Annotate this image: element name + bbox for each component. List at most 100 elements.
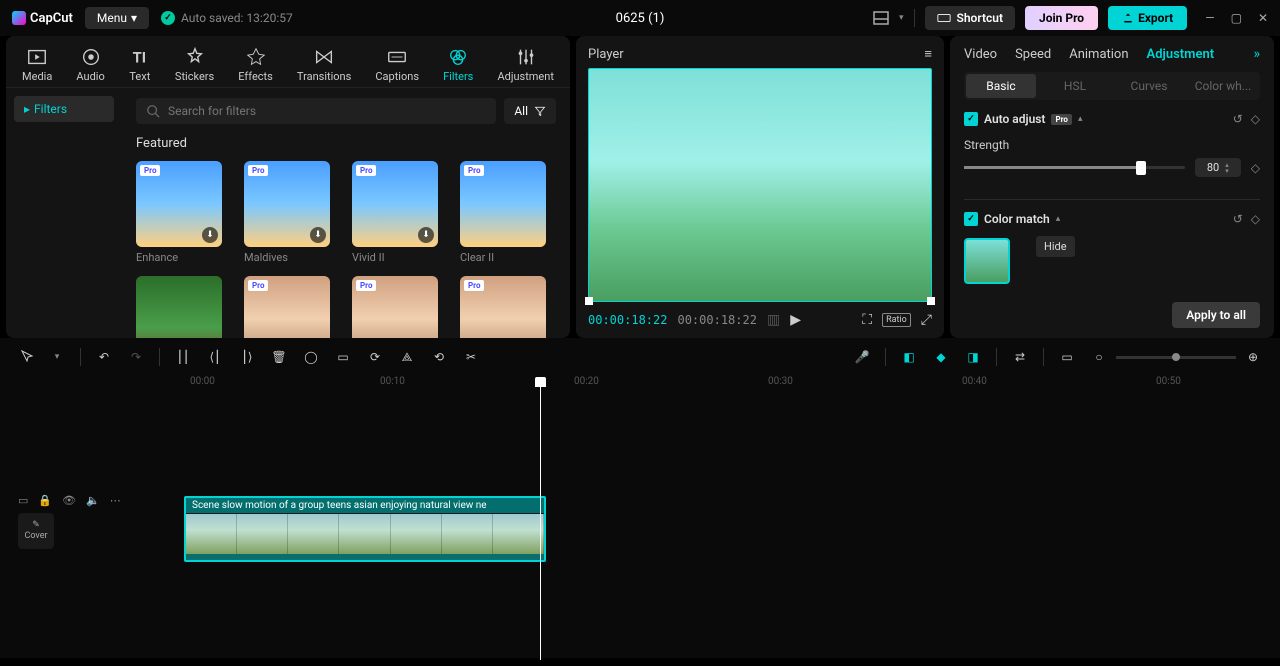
reverse-tool[interactable]: ⟳ <box>366 348 384 366</box>
delete-tool[interactable]: 🗑 <box>270 348 288 366</box>
join-pro-button[interactable]: Join Pro <box>1025 6 1098 30</box>
track-mute-icon[interactable]: 🔈 <box>86 494 100 507</box>
filter-thumb[interactable]: Pro <box>352 276 438 338</box>
zoom-slider[interactable] <box>1116 356 1236 359</box>
zoom-out-button[interactable]: ○ <box>1090 348 1108 366</box>
crop-tool[interactable]: ✂ <box>462 348 480 366</box>
menu-button[interactable]: Menu ▾ <box>85 7 149 29</box>
tab-adjustment-label: Adjustment <box>497 70 554 83</box>
mirror-tool[interactable]: ⟁ <box>398 348 416 366</box>
color-match-checkbox[interactable]: ✓ <box>964 212 978 226</box>
expand-icon[interactable]: » <box>1253 46 1260 62</box>
play-button[interactable]: ▶ <box>790 312 801 328</box>
clip-audio-waveform <box>186 554 544 560</box>
marker-tool[interactable]: ◯ <box>302 348 320 366</box>
tab-media[interactable]: Media <box>16 42 58 87</box>
ratio-button[interactable]: Ratio <box>882 313 911 327</box>
mic-icon[interactable]: 🎤 <box>853 348 871 366</box>
keyframe-icon[interactable]: ◇ <box>1251 161 1260 175</box>
subtab-hsl[interactable]: HSL <box>1040 74 1110 98</box>
subtab-basic[interactable]: Basic <box>966 74 1036 98</box>
track-visibility-icon[interactable]: 👁 <box>62 494 76 507</box>
redo-button[interactable]: ↷ <box>127 348 145 366</box>
keyframe-icon[interactable]: ◇ <box>1251 112 1260 126</box>
track-more-icon[interactable]: ⋯ <box>110 494 121 507</box>
tab-text[interactable]: TIText <box>123 42 157 87</box>
cursor-tool[interactable] <box>18 348 36 366</box>
rotate-tool[interactable]: ⟲ <box>430 348 448 366</box>
keyframe-icon[interactable]: ◇ <box>1251 212 1260 226</box>
player-menu-icon[interactable]: ≡ <box>924 46 932 62</box>
filter-thumb-vivid[interactable]: Pro⬇ <box>352 161 438 247</box>
all-filter-button[interactable]: All <box>504 98 556 124</box>
link-icon[interactable]: ⇄ <box>1011 348 1029 366</box>
chevron-down-icon[interactable]: ▾ <box>899 13 904 23</box>
compare-icon[interactable]: ▥ <box>767 312 780 328</box>
strength-value-input[interactable]: 80▴▾ <box>1195 158 1241 177</box>
tab-audio[interactable]: Audio <box>70 42 110 87</box>
minimize-button[interactable]: — <box>1205 11 1214 25</box>
strength-slider[interactable] <box>964 166 1185 169</box>
download-icon[interactable]: ⬇ <box>310 227 326 243</box>
scale-icon[interactable]: ⛶ <box>862 312 872 328</box>
cover-button[interactable]: ✎ Cover <box>18 513 54 549</box>
search-input[interactable] <box>168 104 486 118</box>
trim-left-tool[interactable]: ⟨⎮ <box>206 348 224 366</box>
video-clip[interactable]: Scene slow motion of a group teens asian… <box>184 496 546 562</box>
sidebar-filters-category[interactable]: ▸ Filters <box>14 96 114 122</box>
layout-icon[interactable] <box>873 10 889 26</box>
filter-thumb[interactable]: Pro <box>244 276 330 338</box>
auto-adjust-checkbox[interactable]: ✓ <box>964 112 978 126</box>
tab-adjustment[interactable]: Adjustment <box>491 42 560 87</box>
filter-thumb-enhance[interactable]: Pro⬇ <box>136 161 222 247</box>
tab-effects[interactable]: Effects <box>232 42 279 87</box>
tab-speed[interactable]: Speed <box>1015 47 1051 62</box>
preview-icon[interactable]: ▭ <box>1058 348 1076 366</box>
magnet-start-icon[interactable]: ◧ <box>900 348 918 366</box>
timeline-tracks[interactable]: Scene slow motion of a group teens asian… <box>140 396 1270 646</box>
fullscreen-icon[interactable]: ⤢ <box>921 312 932 328</box>
magnet-end-icon[interactable]: ◨ <box>964 348 982 366</box>
split-tool[interactable]: ⎮⎮ <box>174 348 192 366</box>
freeze-tool[interactable]: ▭ <box>334 348 352 366</box>
export-button[interactable]: Export <box>1108 6 1187 30</box>
tab-video[interactable]: Video <box>964 47 997 62</box>
apply-to-all-button[interactable]: Apply to all <box>1172 302 1260 328</box>
track-lock-icon[interactable]: 🔒 <box>38 494 52 507</box>
subtab-curves[interactable]: Curves <box>1114 74 1184 98</box>
download-icon[interactable]: ⬇ <box>202 227 218 243</box>
track-layer-icon[interactable]: ▭ <box>18 494 28 507</box>
tab-effects-label: Effects <box>238 70 273 83</box>
color-match-reference[interactable] <box>964 238 1010 284</box>
tab-captions[interactable]: Captions <box>369 42 425 87</box>
search-input-wrapper[interactable] <box>136 98 496 124</box>
chevron-down-icon[interactable]: ▾ <box>48 348 66 366</box>
filter-thumb[interactable] <box>136 276 222 338</box>
filter-thumb[interactable]: Pro <box>460 276 546 338</box>
close-button[interactable]: ✕ <box>1258 11 1268 25</box>
tab-transitions[interactable]: Transitions <box>291 42 357 87</box>
export-label: Export <box>1138 11 1173 25</box>
caret-up-icon[interactable]: ▴ <box>1078 114 1083 124</box>
reset-icon[interactable]: ↺ <box>1233 212 1243 226</box>
tab-filters[interactable]: Filters <box>437 42 479 87</box>
stepper-icon[interactable]: ▴▾ <box>1225 162 1229 174</box>
download-icon[interactable]: ⬇ <box>418 227 434 243</box>
undo-button[interactable]: ↶ <box>95 348 113 366</box>
tab-adjustment-right[interactable]: Adjustment <box>1147 47 1215 62</box>
maximize-button[interactable]: ▢ <box>1231 11 1242 25</box>
timeline-ruler[interactable]: 00:00 00:10 00:20 00:30 00:40 00:50 <box>150 376 1270 392</box>
filter-thumb-clear[interactable]: Pro <box>460 161 546 247</box>
tab-animation[interactable]: Animation <box>1069 47 1128 62</box>
filter-thumb-maldives[interactable]: Pro⬇ <box>244 161 330 247</box>
player-viewport[interactable] <box>588 68 932 302</box>
caret-up-icon[interactable]: ▴ <box>1056 214 1061 224</box>
reset-icon[interactable]: ↺ <box>1233 112 1243 126</box>
trim-right-tool[interactable]: ⎮⟩ <box>238 348 256 366</box>
playhead[interactable] <box>540 380 541 660</box>
shortcut-button[interactable]: Shortcut <box>925 6 1015 30</box>
zoom-in-button[interactable]: ⊕ <box>1244 348 1262 366</box>
subtab-colorwheel[interactable]: Color wh... <box>1188 74 1258 98</box>
magnet-icon[interactable]: ◆ <box>932 348 950 366</box>
tab-stickers[interactable]: Stickers <box>169 42 220 87</box>
